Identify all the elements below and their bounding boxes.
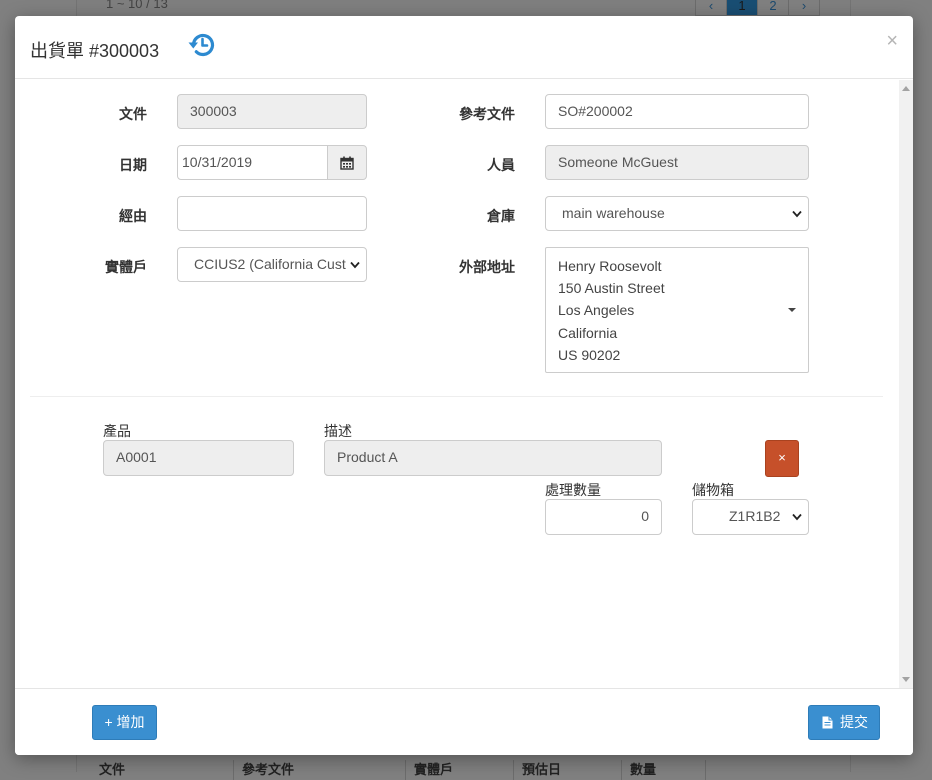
reference-label: 參考文件 xyxy=(459,106,515,122)
add-line-button[interactable]: + 增加 xyxy=(92,705,157,740)
external-address-select[interactable]: Henry Roosevolt 150 Austin Street Los An… xyxy=(545,247,809,373)
external-address-label: 外部地址 xyxy=(459,259,515,275)
modal-header: 出貨單 #300003 × xyxy=(15,16,913,79)
shipment-modal: 出貨單 #300003 × 文件 300003 參考文件 SO#200002 日… xyxy=(15,16,913,755)
entity-select-value: CCIUS2 (California Cust xyxy=(194,256,346,272)
caret-down-icon xyxy=(788,308,796,312)
quantity-field[interactable]: 0 xyxy=(545,499,662,535)
pagination-prev: ‹ xyxy=(695,0,727,16)
bin-select[interactable]: Z1R1B2 xyxy=(692,499,809,535)
via-label: 經由 xyxy=(119,208,147,224)
history-icon[interactable] xyxy=(187,30,217,60)
person-label: 人員 xyxy=(487,157,515,173)
background-table-header: 文件 參考文件 實體戶 預估日 數量 xyxy=(91,760,706,780)
product-label: 產品 xyxy=(103,423,131,439)
submit-label: 提交 xyxy=(840,714,868,730)
pagination-page-1: 1 xyxy=(726,0,758,16)
address-line: 150 Austin Street xyxy=(558,280,665,297)
address-line: California xyxy=(558,324,618,341)
product-field: A0001 xyxy=(103,440,294,476)
chevron-down-icon xyxy=(792,513,802,521)
description-field: Product A xyxy=(324,440,662,476)
close-button[interactable]: × xyxy=(886,30,898,53)
chevron-down-icon xyxy=(350,261,360,269)
date-label: 日期 xyxy=(119,157,147,173)
warehouse-select-value: main warehouse xyxy=(562,205,665,221)
date-field[interactable]: 10/31/2019 xyxy=(177,145,328,180)
quantity-label: 處理數量 xyxy=(545,482,601,498)
bin-label: 儲物箱 xyxy=(692,482,734,498)
address-line: Henry Roosevolt xyxy=(558,258,662,274)
entity-select[interactable]: CCIUS2 (California Cust xyxy=(177,247,367,282)
calendar-icon xyxy=(340,156,354,170)
entity-label: 實體戶 xyxy=(105,259,147,275)
file-icon xyxy=(822,716,833,729)
column-header-document: 文件 xyxy=(91,760,234,780)
submit-button[interactable]: 提交 xyxy=(808,705,880,740)
reference-field[interactable]: SO#200002 xyxy=(545,94,809,129)
scroll-down-arrow-icon[interactable] xyxy=(902,677,910,682)
pagination-page-2: 2 xyxy=(757,0,789,16)
document-label: 文件 xyxy=(119,106,147,122)
column-header-entity: 實體戶 xyxy=(406,760,514,780)
bin-select-value: Z1R1B2 xyxy=(729,508,781,524)
document-field: 300003 xyxy=(177,94,367,129)
remove-line-button[interactable]: × xyxy=(765,440,799,477)
address-line: Los Angeles xyxy=(558,302,635,319)
close-icon: × xyxy=(778,450,786,465)
modal-title: 出貨單 #300003 xyxy=(30,41,160,61)
modal-footer: + 增加 提交 xyxy=(15,688,913,755)
modal-body: 文件 300003 參考文件 SO#200002 日期 10/31/2019 人… xyxy=(15,80,913,688)
calendar-button[interactable] xyxy=(327,145,367,180)
address-line: US 90202 xyxy=(558,346,621,363)
person-field: Someone McGuest xyxy=(545,145,809,180)
warehouse-label: 倉庫 xyxy=(487,208,515,224)
via-field[interactable] xyxy=(177,196,367,231)
pagination-next: › xyxy=(788,0,820,16)
chevron-down-icon xyxy=(792,210,802,218)
column-header-quantity: 數量 xyxy=(622,760,706,780)
description-label: 描述 xyxy=(324,423,352,439)
scroll-up-arrow-icon[interactable] xyxy=(902,86,910,91)
column-header-reference: 參考文件 xyxy=(234,760,406,780)
modal-scrollbar[interactable] xyxy=(899,80,913,688)
pagination: ‹ 1 2 › xyxy=(695,0,820,16)
warehouse-select[interactable]: main warehouse xyxy=(545,196,809,231)
divider xyxy=(30,396,883,397)
column-header-estimate-date: 預估日 xyxy=(514,760,622,780)
pagination-range: 1 ~ 10 / 13 xyxy=(106,0,168,11)
